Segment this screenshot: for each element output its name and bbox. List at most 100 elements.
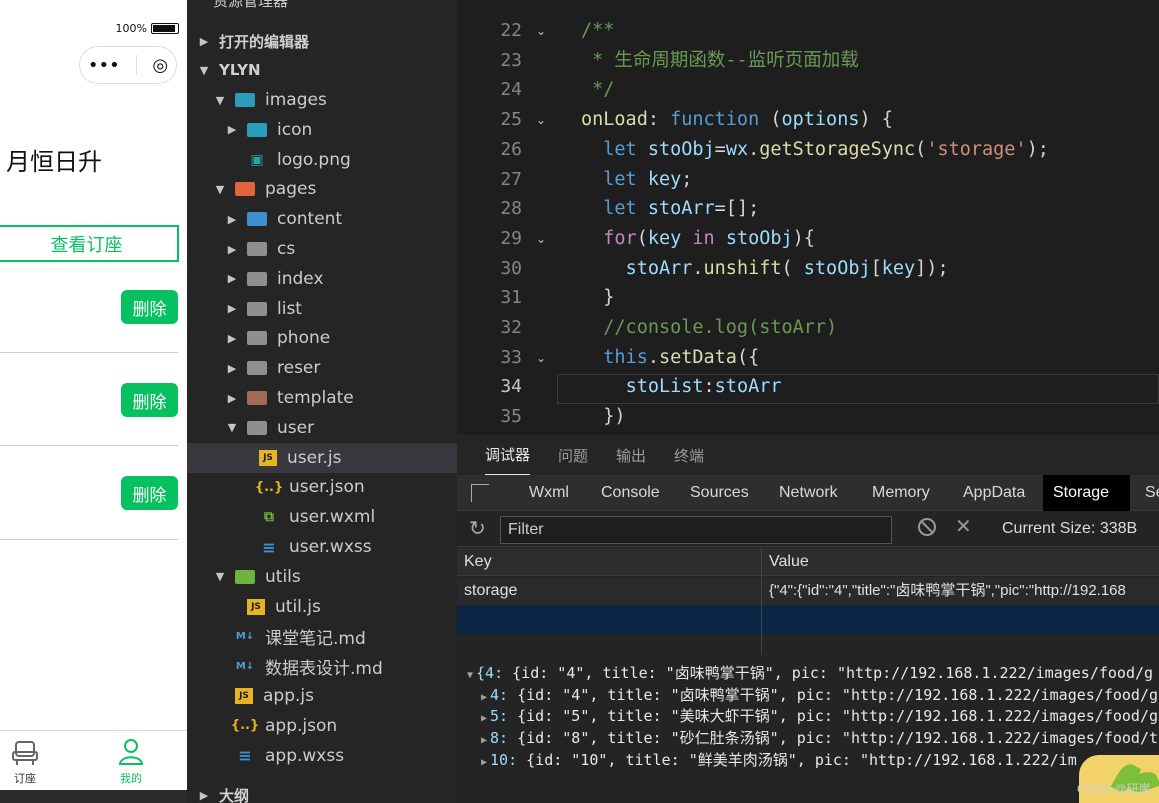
tree-item[interactable]: ▶ index xyxy=(187,264,457,294)
tree-item[interactable]: ▶ cs xyxy=(187,234,457,264)
tree-item[interactable]: ▣ logo.png xyxy=(187,145,457,175)
tab-storage[interactable]: Storage xyxy=(1043,475,1130,511)
table-row[interactable]: storage {"4":{"id":"4","title":"卤味鸭掌干锅",… xyxy=(457,577,1159,605)
tab-seat[interactable]: 订座 xyxy=(0,737,50,786)
tab-output[interactable]: 输出 xyxy=(616,435,646,475)
tree-item[interactable]: ≡ user.wxss xyxy=(187,532,457,562)
tree-item[interactable]: ▶ template xyxy=(187,383,457,413)
fold-icon[interactable] xyxy=(533,313,549,343)
chevron-right-icon: ▶ xyxy=(227,331,237,345)
more-icon[interactable]: ••• xyxy=(88,55,120,76)
code-line[interactable]: } xyxy=(581,283,614,313)
code-line[interactable]: onLoad: function (options) { xyxy=(581,105,893,135)
tree-item[interactable]: ▼ user xyxy=(187,413,457,443)
tab-console[interactable]: Console xyxy=(591,475,670,511)
code-line[interactable]: //console.log(stoArr) xyxy=(581,313,837,343)
console-line[interactable]: ▶ 5: {id: "5", title: "美味大虾干锅", pic: "htt… xyxy=(481,705,1158,727)
tree-item[interactable]: M↓ 课堂笔记.md xyxy=(187,621,457,651)
tree-item[interactable]: ▶ icon xyxy=(187,115,457,145)
fold-icon[interactable] xyxy=(533,194,549,224)
tree-item[interactable]: ⧉ user.wxml xyxy=(187,502,457,532)
tree-item[interactable]: ▶ content xyxy=(187,204,457,234)
code-line[interactable]: /** xyxy=(581,16,614,46)
tab-appdata[interactable]: AppData xyxy=(953,475,1035,511)
tree-item[interactable]: ▼ utils xyxy=(187,562,457,592)
code-line[interactable]: let stoObj=wx.getStorageSync('storage'); xyxy=(581,135,1049,165)
chevron-right-icon: ▶ xyxy=(227,123,237,137)
fold-icon[interactable]: ⌄ xyxy=(533,105,549,135)
tab-debugger[interactable]: 调试器 xyxy=(485,435,531,475)
close-icon[interactable]: ◎ xyxy=(152,55,168,76)
triangle-right-icon[interactable]: ▶ xyxy=(481,713,487,724)
panel-tabs: 调试器 问题 输出 终端 xyxy=(457,435,1159,475)
fold-icon[interactable] xyxy=(533,75,549,105)
tree-item[interactable]: JS user.js xyxy=(187,442,457,473)
tree-item[interactable]: ▼ images xyxy=(187,85,457,115)
tree-item[interactable]: M↓ 数据表设计.md xyxy=(187,651,457,681)
console-line[interactable]: ▶ 4: {id: "4", title: "卤味鸭掌干锅", pic: "htt… xyxy=(481,684,1158,706)
project-root-label: YLYN xyxy=(219,61,261,79)
code-line[interactable]: */ xyxy=(581,75,614,105)
code-line[interactable]: }) xyxy=(581,402,625,432)
console-line[interactable]: ▶ 10: {id: "10", title: "鲜美羊肉汤锅", pic: "h… xyxy=(481,749,1077,771)
code-line[interactable]: let stoArr=[]; xyxy=(581,194,759,224)
code-line[interactable]: * 生命周期函数--监听页面加载 xyxy=(581,46,859,76)
tree-item[interactable]: ▼ pages xyxy=(187,174,457,204)
json-file-icon: {..} xyxy=(254,479,284,495)
tree-item[interactable]: JS util.js xyxy=(187,592,457,622)
tree-item[interactable]: ≡ app.wxss xyxy=(187,741,457,771)
tab-mine[interactable]: 我的 xyxy=(106,737,156,786)
triangle-right-icon[interactable]: ▶ xyxy=(481,735,487,746)
explorer-more-icon[interactable]: ··· xyxy=(416,0,433,9)
fold-icon[interactable] xyxy=(533,135,549,165)
tree-item[interactable]: JS app.js xyxy=(187,681,457,711)
close-icon[interactable]: ✕ xyxy=(955,514,972,539)
fold-icon[interactable]: ⌄ xyxy=(533,224,549,254)
delete-button[interactable]: 删除 xyxy=(121,476,178,510)
tree-item[interactable]: ▶ phone xyxy=(187,323,457,353)
fold-icon[interactable] xyxy=(533,46,549,76)
delete-button[interactable]: 删除 xyxy=(121,383,178,417)
code-line[interactable]: stoList:stoArr xyxy=(581,372,782,402)
tab-problems[interactable]: 问题 xyxy=(558,435,588,475)
console-line[interactable]: ▶ 8: {id: "8", title: "砂仁肚条汤锅", pic: "htt… xyxy=(481,727,1158,749)
block-icon[interactable] xyxy=(918,518,936,536)
tree-item[interactable]: {..} user.json xyxy=(187,472,457,502)
inspect-element-icon[interactable] xyxy=(471,484,489,502)
code-line[interactable]: let key; xyxy=(581,165,692,195)
fold-icon[interactable] xyxy=(533,254,549,284)
view-reservation-button[interactable]: 查看订座 xyxy=(0,225,179,262)
triangle-right-icon[interactable]: ▶ xyxy=(481,692,487,703)
tab-memory[interactable]: Memory xyxy=(862,475,940,511)
tree-item[interactable]: {..} app.json xyxy=(187,711,457,741)
console-line[interactable]: ▼ {4: {id: "4", title: "卤味鸭掌干锅", pic: "ht… xyxy=(467,662,1153,684)
tab-network[interactable]: Network xyxy=(769,475,848,511)
fold-icon[interactable] xyxy=(533,283,549,313)
fold-icon[interactable] xyxy=(533,372,549,402)
tab-wxml[interactable]: Wxml xyxy=(519,475,579,511)
chevron-right-icon: ▶ xyxy=(227,212,237,226)
project-root[interactable]: ▼ YLYN xyxy=(187,55,457,85)
fold-icon[interactable] xyxy=(533,402,549,432)
tab-terminal[interactable]: 终端 xyxy=(674,435,704,475)
tab-more[interactable]: Se xyxy=(1135,475,1159,511)
delete-button[interactable]: 删除 xyxy=(121,290,178,324)
outline-section[interactable]: ▶ 大纲 xyxy=(187,780,457,803)
fold-icon[interactable] xyxy=(533,165,549,195)
code-line[interactable]: stoArr.unshift( stoObj[key]); xyxy=(581,254,949,284)
fold-icon[interactable]: ⌄ xyxy=(533,343,549,373)
triangle-down-icon[interactable]: ▼ xyxy=(467,670,473,681)
code-editor[interactable]: 22 ⌄/** 23 * 生命周期函数--监听页面加载 24 */25 ⌄ onLoad:… xyxy=(457,0,1159,435)
tree-item[interactable]: ▶ list xyxy=(187,294,457,324)
code-line[interactable]: for(key in stoObj){ xyxy=(581,224,815,254)
tree-item[interactable]: ▶ reser xyxy=(187,353,457,383)
open-editors-section[interactable]: ▶ 打开的编辑器 xyxy=(187,26,457,56)
refresh-icon[interactable]: ↻ xyxy=(469,516,486,541)
table-row-empty[interactable] xyxy=(457,606,1159,634)
code-line[interactable]: this.setData({ xyxy=(581,343,759,373)
fold-icon[interactable]: ⌄ xyxy=(533,16,549,46)
filter-input[interactable] xyxy=(500,516,892,544)
tab-seat-label: 订座 xyxy=(14,772,36,785)
tab-sources[interactable]: Sources xyxy=(680,475,759,511)
triangle-right-icon[interactable]: ▶ xyxy=(481,757,487,768)
